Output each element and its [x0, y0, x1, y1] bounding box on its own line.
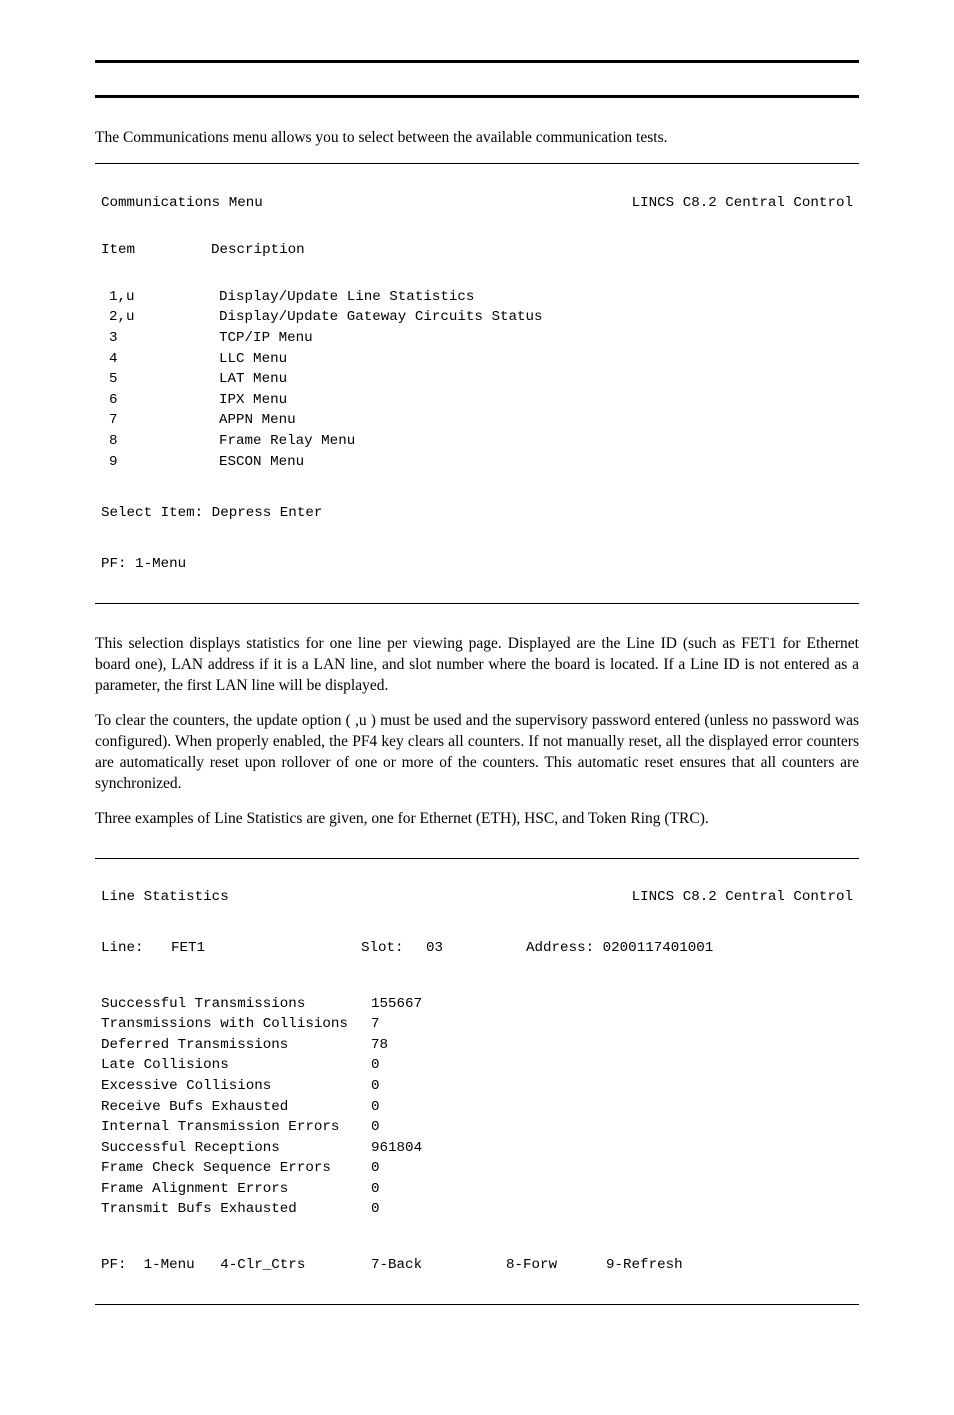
intro-paragraph: The Communications menu allows you to se…	[95, 128, 859, 149]
menu-row[interactable]: 4LLC Menu	[101, 349, 853, 370]
menu-item-key: 1,u	[101, 287, 219, 308]
stat-label: Successful Transmissions	[101, 994, 371, 1015]
menu-item-key: 5	[101, 369, 219, 390]
select-item-line: Select Item: Depress Enter	[101, 503, 853, 524]
stat-label: Internal Transmission Errors	[101, 1117, 371, 1138]
stat-row: Internal Transmission Errors0	[101, 1117, 853, 1138]
stat-value: 0	[371, 1199, 380, 1220]
stat-value: 0	[371, 1158, 380, 1179]
menu-item-desc: Frame Relay Menu	[219, 431, 355, 452]
addr-label: Address:	[526, 940, 594, 956]
para-2: To clear the counters, the update option…	[95, 711, 859, 795]
stat-label: Deferred Transmissions	[101, 1035, 371, 1056]
menu-row[interactable]: 9ESCON Menu	[101, 452, 853, 473]
stat-row: Receive Bufs Exhausted0	[101, 1097, 853, 1118]
stat-label: Excessive Collisions	[101, 1076, 371, 1097]
menu-row[interactable]: 1,uDisplay/Update Line Statistics	[101, 287, 853, 308]
pf-left: PF: 1-Menu 4-Clr_Ctrs	[101, 1255, 371, 1276]
stat-row: Deferred Transmissions78	[101, 1035, 853, 1056]
line-statistics-panel: Line Statistics LINCS C8.2 Central Contr…	[95, 858, 859, 1305]
stat-label: Successful Receptions	[101, 1138, 371, 1159]
menu-row[interactable]: 6IPX Menu	[101, 390, 853, 411]
top-rule-1	[95, 60, 859, 63]
col-item: Item	[101, 240, 211, 261]
menu-row[interactable]: 3TCP/IP Menu	[101, 328, 853, 349]
stat-value: 0	[371, 1179, 380, 1200]
menu-item-desc: TCP/IP Menu	[219, 328, 313, 349]
stat-value: 7	[371, 1014, 380, 1035]
menu-row[interactable]: 2,uDisplay/Update Gateway Circuits Statu…	[101, 307, 853, 328]
menu-item-desc: Display/Update Gateway Circuits Status	[219, 307, 543, 328]
menu-item-key: 9	[101, 452, 219, 473]
menu-item-desc: LLC Menu	[219, 349, 287, 370]
top-rule-2	[95, 95, 859, 98]
menu-row[interactable]: 7APPN Menu	[101, 410, 853, 431]
menu-item-desc: IPX Menu	[219, 390, 287, 411]
menu-item-key: 7	[101, 410, 219, 431]
stat-row: Excessive Collisions0	[101, 1076, 853, 1097]
stat-label: Transmissions with Collisions	[101, 1014, 371, 1035]
stat-value: 961804	[371, 1138, 422, 1159]
menu-row[interactable]: 8Frame Relay Menu	[101, 431, 853, 452]
communications-menu-panel: Communications Menu LINCS C8.2 Central C…	[95, 163, 859, 604]
stat-label: Frame Alignment Errors	[101, 1179, 371, 1200]
menu-item-desc: Display/Update Line Statistics	[219, 287, 474, 308]
slot-label: Slot:	[361, 938, 426, 959]
stat-value: 78	[371, 1035, 388, 1056]
para-3: Three examples of Line Statistics are gi…	[95, 809, 859, 830]
stat-value: 155667	[371, 994, 422, 1015]
stat-row: Late Collisions0	[101, 1055, 853, 1076]
stat-label: Frame Check Sequence Errors	[101, 1158, 371, 1179]
pf-back: 7-Back	[371, 1255, 506, 1276]
pf-forw: 8-Forw	[506, 1255, 606, 1276]
slot-value: 03	[426, 938, 526, 959]
stat-row: Transmissions with Collisions7	[101, 1014, 853, 1035]
stat-value: 0	[371, 1097, 380, 1118]
stats-system: LINCS C8.2 Central Control	[632, 887, 853, 908]
menu-item-key: 6	[101, 390, 219, 411]
line-label: Line:	[101, 938, 171, 959]
menu-item-desc: APPN Menu	[219, 410, 296, 431]
stat-label: Transmit Bufs Exhausted	[101, 1199, 371, 1220]
addr-value: 0200117401001	[603, 940, 714, 956]
stat-row: Frame Alignment Errors0	[101, 1179, 853, 1200]
menu-title: Communications Menu	[101, 193, 263, 214]
stat-label: Receive Bufs Exhausted	[101, 1097, 371, 1118]
pf-refresh: 9-Refresh	[606, 1255, 683, 1276]
col-desc: Description	[211, 240, 305, 261]
stat-row: Frame Check Sequence Errors0	[101, 1158, 853, 1179]
stat-value: 0	[371, 1076, 380, 1097]
menu-item-key: 3	[101, 328, 219, 349]
menu-item-key: 4	[101, 349, 219, 370]
menu-row[interactable]: 5LAT Menu	[101, 369, 853, 390]
menu-item-key: 2,u	[101, 307, 219, 328]
stat-row: Transmit Bufs Exhausted0	[101, 1199, 853, 1220]
pf-line: PF: 1-Menu	[101, 554, 853, 575]
menu-system: LINCS C8.2 Central Control	[632, 193, 853, 214]
stat-value: 0	[371, 1117, 380, 1138]
stat-value: 0	[371, 1055, 380, 1076]
line-value: FET1	[171, 938, 361, 959]
stats-title: Line Statistics	[101, 887, 229, 908]
para-1: This selection displays statistics for o…	[95, 634, 859, 697]
stat-row: Successful Transmissions155667	[101, 994, 853, 1015]
stat-row: Successful Receptions961804	[101, 1138, 853, 1159]
menu-item-desc: LAT Menu	[219, 369, 287, 390]
stat-label: Late Collisions	[101, 1055, 371, 1076]
menu-item-desc: ESCON Menu	[219, 452, 304, 473]
menu-item-key: 8	[101, 431, 219, 452]
